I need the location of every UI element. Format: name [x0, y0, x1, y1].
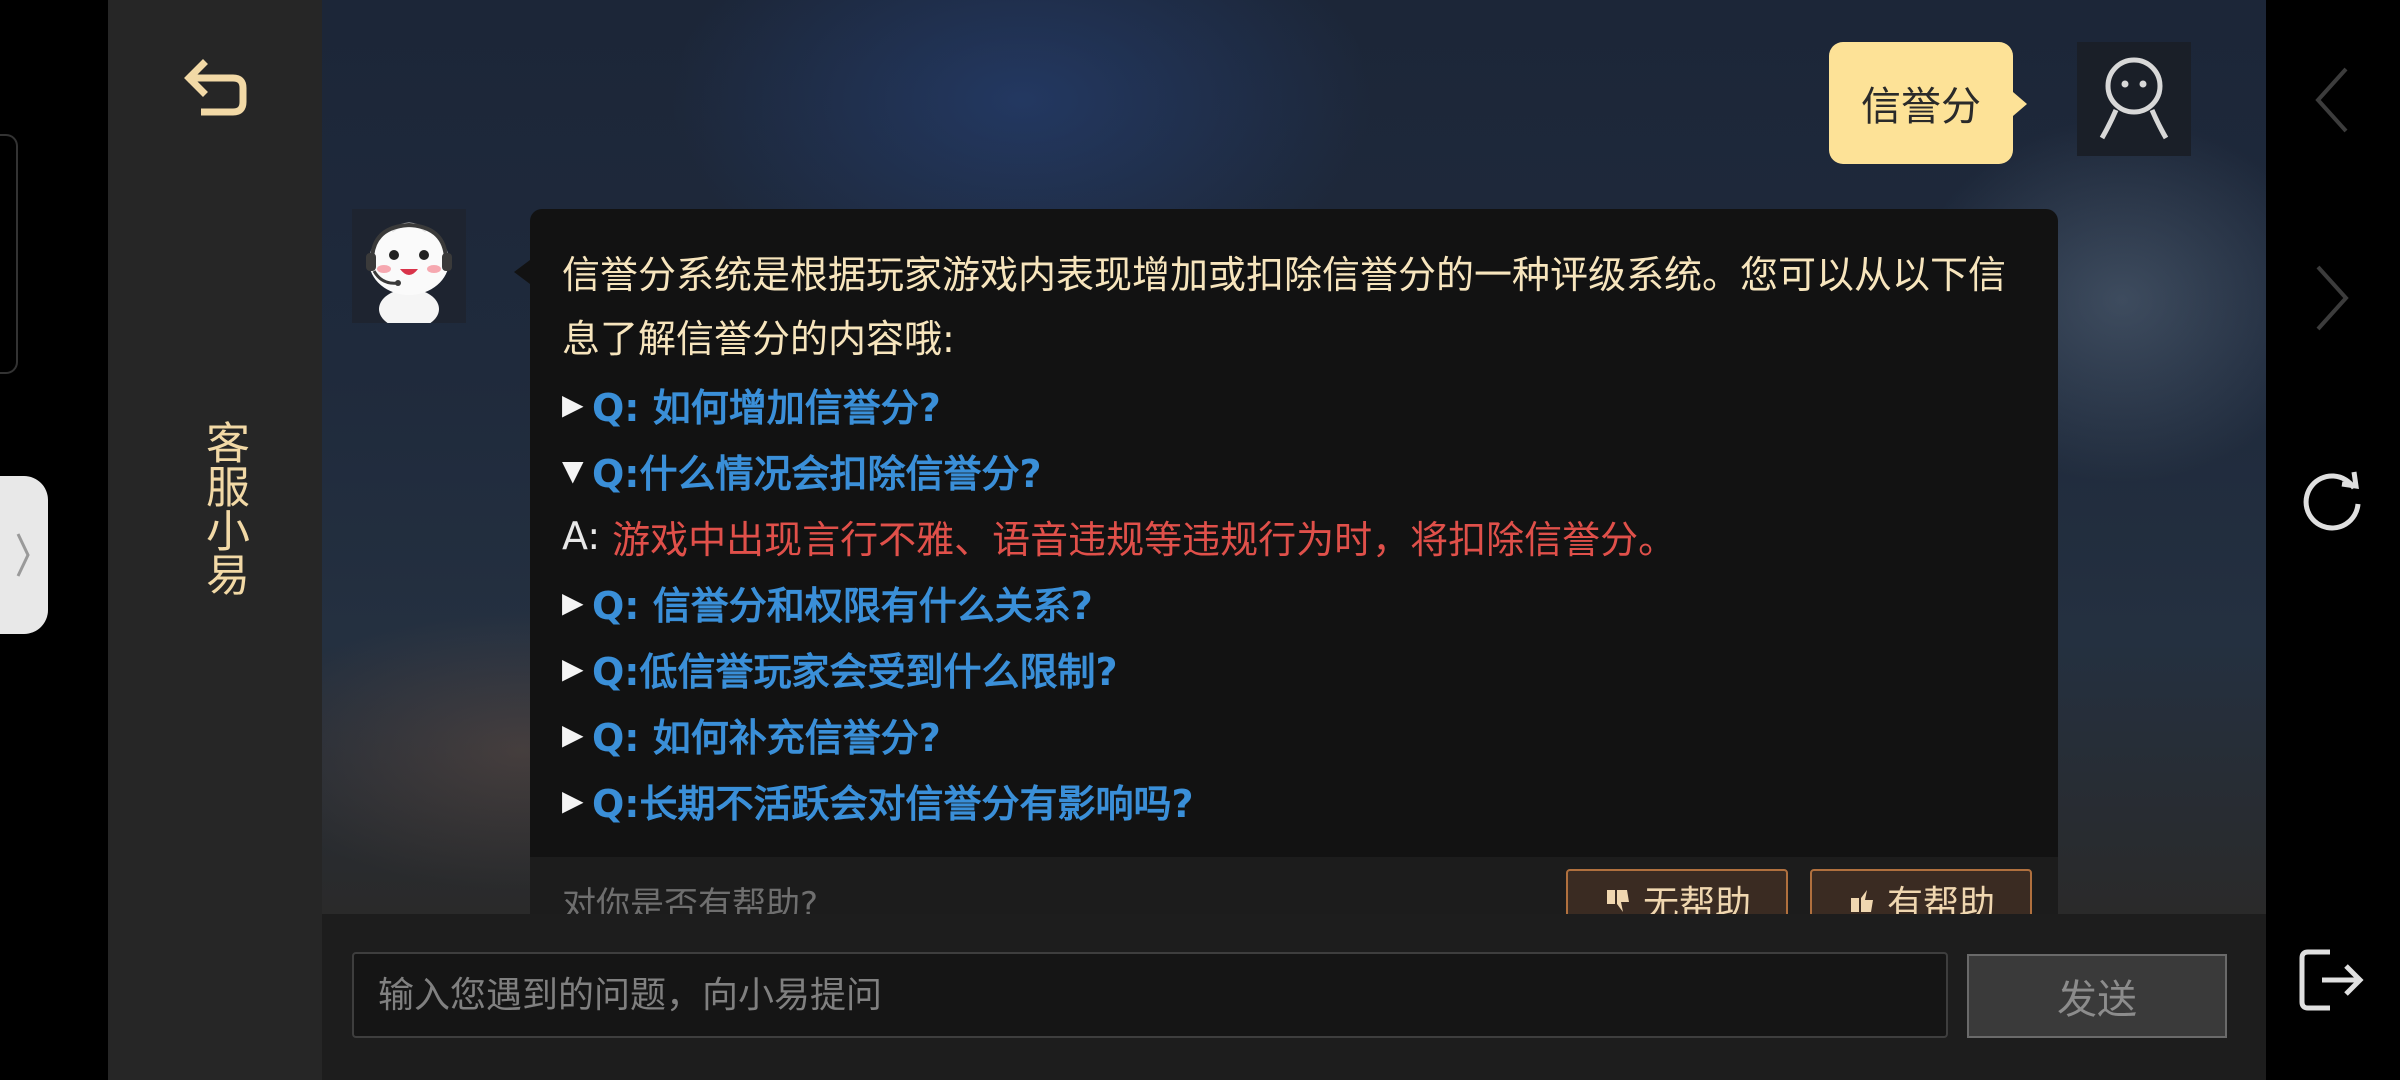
- previous-button[interactable]: [2290, 58, 2374, 142]
- faq-question: Q:低信誉玩家会受到什么限制?: [592, 649, 1118, 694]
- back-arrow-icon: [184, 59, 247, 116]
- user-message-bubble: 信誉分: [1829, 42, 2027, 164]
- back-button[interactable]: [174, 54, 258, 122]
- not-helpful-label: 无帮助: [1642, 884, 1751, 914]
- faq-answer: A: 游戏中出现言行不雅、语音违规等违规行为时，将扣除信誉分。: [562, 503, 2026, 569]
- thumbs-down-icon: [1606, 890, 1629, 912]
- bot-avatar-icon: [366, 222, 452, 323]
- faq-question: Q: 信誉分和权限有什么关系?: [592, 583, 1093, 628]
- send-button[interactable]: 发送: [1967, 954, 2227, 1038]
- exit-button[interactable]: [2290, 938, 2374, 1022]
- faq-item[interactable]: ▼ Q:什么情况会扣除信誉分?: [562, 437, 2026, 503]
- faq-item[interactable]: ▶ Q:长期不活跃会对信誉分有影响吗?: [562, 767, 2026, 833]
- feedback-question: 对你是否有帮助?: [562, 885, 819, 914]
- next-button[interactable]: [2290, 256, 2374, 340]
- exit-icon: [2299, 949, 2364, 1011]
- faq-item[interactable]: ▶ Q: 如何补充信誉分?: [562, 701, 2026, 767]
- answer-text: 游戏中出现言行不雅、语音违规等违规行为时，将扣除信誉分。: [612, 517, 1677, 562]
- expand-arrow-icon: ▶: [562, 387, 584, 421]
- bot-bubble-tail: [514, 260, 530, 284]
- bot-avatar: [352, 209, 466, 323]
- expand-arrow-icon: ▶: [562, 585, 584, 619]
- expand-arrow-icon: ▶: [562, 651, 584, 685]
- left-edge-line: [0, 134, 18, 374]
- collapse-arrow-icon: ▼: [562, 453, 584, 487]
- faq-item[interactable]: ▶ Q: 信誉分和权限有什么关系?: [562, 569, 2026, 635]
- user-message-text: 信誉分: [1861, 84, 1981, 130]
- faq-question: Q: 如何增加信誉分?: [592, 385, 941, 430]
- send-label: 发送: [2057, 977, 2137, 1023]
- user-avatar: [2077, 42, 2191, 156]
- chevron-left-icon: [2315, 67, 2348, 133]
- faq-item[interactable]: ▶ Q:低信誉玩家会受到什么限制?: [562, 635, 2026, 701]
- faq-question: Q: 如何补充信誉分?: [592, 715, 941, 760]
- thumbs-up-icon: [1850, 890, 1873, 912]
- faq-question: Q:长期不活跃会对信誉分有影响吗?: [592, 781, 1194, 826]
- question-input[interactable]: [352, 952, 1948, 1038]
- sidebar-title: 客服小易: [198, 420, 249, 596]
- side-panel-handle[interactable]: [0, 476, 48, 634]
- helpful-label: 有帮助: [1886, 884, 1995, 914]
- refresh-icon: [2303, 471, 2361, 531]
- helpful-button[interactable]: 有帮助: [1810, 869, 2032, 914]
- faq-question: Q:什么情况会扣除信誉分?: [592, 451, 1042, 496]
- expand-arrow-icon: ▶: [562, 717, 584, 751]
- bot-intro-text: 信誉分系统是根据玩家游戏内表现增加或扣除信誉分的一种评级系统。您可以从以下信息了…: [562, 253, 2007, 361]
- expand-arrow-icon: ▶: [562, 783, 584, 817]
- answer-label: A:: [562, 514, 601, 558]
- refresh-button[interactable]: [2290, 458, 2374, 542]
- bot-message-card: 信誉分系统是根据玩家游戏内表现增加或扣除信誉分的一种评级系统。您可以从以下信息了…: [530, 209, 2058, 914]
- faq-item[interactable]: ▶ Q: 如何增加信誉分?: [562, 371, 2026, 437]
- panel-handle-icon: [16, 533, 30, 577]
- feedback-bar: 对你是否有帮助? 无帮助 有帮助: [530, 857, 2058, 914]
- not-helpful-button[interactable]: 无帮助: [1566, 869, 1788, 914]
- user-avatar-icon: [2099, 57, 2169, 140]
- chevron-right-icon: [2316, 265, 2349, 331]
